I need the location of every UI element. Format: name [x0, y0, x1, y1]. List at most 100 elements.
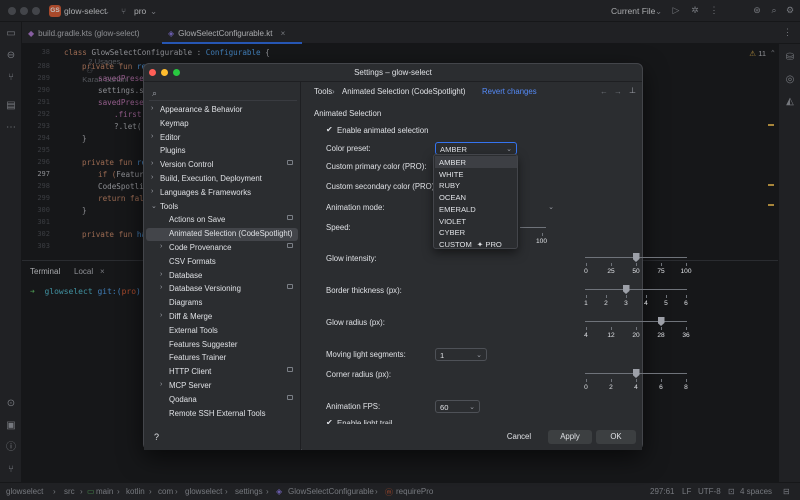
- chevron-right-icon[interactable]: ›: [151, 188, 153, 195]
- slider-tick: [636, 263, 637, 266]
- chevron-right-icon[interactable]: ›: [151, 174, 153, 181]
- slider-thumb[interactable]: [632, 369, 640, 378]
- slider-thumb[interactable]: [657, 317, 665, 326]
- chevron-right-icon[interactable]: ›: [151, 160, 153, 167]
- tree-item-diff-merge[interactable]: › Diff & Merge: [144, 311, 301, 324]
- animation-mode-combobox[interactable]: ⌄: [512, 201, 558, 214]
- tree-item-label: Animated Selection (CodeSpotlight): [169, 229, 293, 239]
- chevron-right-icon[interactable]: ›: [160, 312, 162, 319]
- help-icon[interactable]: ?: [154, 432, 159, 442]
- option-violet[interactable]: VIOLET: [435, 215, 517, 227]
- slider-tick-label: 2: [609, 384, 613, 391]
- tree-item-code-provenance[interactable]: › Code Provenance: [144, 242, 301, 255]
- apply-button[interactable]: Apply: [548, 430, 592, 444]
- option-label: CUSTOM: [439, 239, 472, 249]
- tree-item-appearance-behavior[interactable]: › Appearance & Behavior: [144, 104, 301, 117]
- slider-tick: [586, 379, 587, 382]
- option-emerald[interactable]: EMERALD: [435, 203, 517, 215]
- color-preset-dropdown: AMBER WHITE RUBY OCEAN EMERALD VIOLET CY…: [433, 154, 518, 249]
- revert-changes-link[interactable]: Revert changes: [482, 87, 537, 96]
- tree-item-database-versioning[interactable]: › Database Versioning: [144, 283, 301, 296]
- tree-item-label: Editor: [160, 132, 181, 142]
- glow-radius-label: Glow radius (px):: [326, 318, 385, 327]
- slider-tick-label: 4: [584, 332, 588, 339]
- chevron-right-icon[interactable]: ›: [160, 284, 162, 291]
- glow-radius-slider[interactable]: 4 12 20 28 36: [584, 315, 690, 343]
- breadcrumb-parent[interactable]: Tools: [314, 87, 332, 96]
- option-white[interactable]: WHITE: [435, 168, 517, 180]
- slider-tick-label: 12: [607, 332, 615, 339]
- option-ruby[interactable]: RUBY: [435, 179, 517, 191]
- cancel-button[interactable]: Cancel: [496, 430, 542, 444]
- tree-item-label: Database: [169, 270, 203, 280]
- tree-item-label: Actions on Save: [169, 215, 226, 225]
- dialog-close-control[interactable]: [149, 69, 156, 76]
- chevron-right-icon[interactable]: ›: [151, 105, 153, 112]
- tree-item-plugins[interactable]: Plugins: [144, 145, 301, 158]
- animation-fps-label: Animation FPS:: [326, 402, 381, 411]
- tree-item-actions-on-save[interactable]: Actions on Save: [144, 214, 301, 227]
- tree-item-languages-frameworks[interactable]: › Languages & Frameworks: [144, 187, 301, 200]
- slider-tick-label: 0: [584, 268, 588, 275]
- section-title: Animated Selection: [314, 109, 382, 118]
- pin-icon[interactable]: ⊥: [629, 86, 636, 95]
- border-thickness-slider[interactable]: 1 2 3 4 5 6: [584, 283, 688, 311]
- enable-animated-selection-checkbox[interactable]: Enable animated selection: [337, 126, 428, 135]
- tree-item-label: Languages & Frameworks: [160, 187, 252, 197]
- ok-button[interactable]: OK: [596, 430, 636, 444]
- settings-search-input[interactable]: [163, 86, 293, 99]
- tree-item-diagrams[interactable]: Diagrams: [144, 297, 301, 310]
- animation-fps-combobox[interactable]: 60 ⌄: [435, 400, 480, 413]
- tree-item-features-suggester[interactable]: Features Suggester: [144, 339, 301, 352]
- tree-item-label: Build, Execution, Deployment: [160, 174, 262, 183]
- tree-item-animated-selection-codespotlight[interactable]: Animated Selection (CodeSpotlight): [146, 228, 298, 242]
- settings-tree-panel: ⌕ › Appearance & Behavior Keymap › Editor Plu…: [144, 82, 301, 450]
- slider-thumb[interactable]: [622, 285, 630, 294]
- slider-tick-label: 1: [584, 300, 588, 307]
- slider-thumb[interactable]: [632, 253, 640, 262]
- option-ocean[interactable]: OCEAN: [435, 191, 517, 203]
- tree-item-features-trainer[interactable]: Features Trainer: [144, 352, 301, 365]
- option-amber[interactable]: AMBER: [435, 156, 517, 168]
- custom-primary-label: Custom primary color (PRO):: [326, 162, 427, 171]
- slider-tick: [626, 295, 627, 298]
- option-custom[interactable]: CUSTOM ✦ PRO: [435, 238, 517, 250]
- back-arrow-icon[interactable]: ←: [600, 87, 608, 96]
- corner-radius-slider[interactable]: 0 2 4 6 8: [584, 367, 688, 395]
- tree-item-http-client[interactable]: HTTP Client: [144, 366, 301, 379]
- slider-tick-label: 20: [632, 332, 640, 339]
- settings-search-field[interactable]: ⌕: [149, 85, 297, 101]
- tree-item-database[interactable]: › Database: [144, 270, 301, 283]
- combo-value: AMBER: [440, 145, 468, 154]
- tree-item-build-execution-deployment[interactable]: › Build, Execution, Deployment: [144, 173, 301, 186]
- chevron-right-icon[interactable]: ›: [160, 243, 162, 250]
- tree-item-mcp-server[interactable]: › MCP Server: [144, 380, 301, 393]
- tree-item-csv-formats[interactable]: CSV Formats: [144, 256, 301, 269]
- chevron-down-icon[interactable]: ⌄: [151, 202, 157, 210]
- slider-tick: [666, 295, 667, 298]
- tree-item-external-tools[interactable]: External Tools: [144, 325, 301, 338]
- slider-track: [585, 321, 687, 322]
- tree-item-qodana[interactable]: Qodana: [144, 394, 301, 407]
- tree-item-remote-ssh-external-tools[interactable]: Remote SSH External Tools: [144, 408, 301, 421]
- glow-intensity-label: Glow intensity:: [326, 254, 377, 263]
- chevron-right-icon[interactable]: ›: [160, 381, 162, 388]
- tree-item-version-control[interactable]: › Version Control: [144, 159, 301, 172]
- tree-item-keymap[interactable]: Keymap: [144, 118, 301, 131]
- project-level-icon: [287, 243, 293, 248]
- chevron-right-icon[interactable]: ›: [160, 271, 162, 278]
- moving-light-segments-combobox[interactable]: 1 ⌄: [435, 348, 487, 361]
- chevron-right-icon[interactable]: ›: [151, 133, 153, 140]
- checkmark-icon[interactable]: ✔: [326, 126, 334, 134]
- dialog-minimize-control[interactable]: [161, 69, 168, 76]
- speed-slider[interactable]: 100: [520, 221, 550, 246]
- tree-item-tools[interactable]: ⌄ Tools: [144, 201, 301, 214]
- dialog-zoom-control[interactable]: [173, 69, 180, 76]
- glow-intensity-slider[interactable]: 0 25 50 75 100: [584, 251, 692, 279]
- tree-item-editor[interactable]: › Editor: [144, 132, 301, 145]
- slider-tick-label: 5: [664, 300, 668, 307]
- tree-item-label: Diff & Merge: [169, 312, 213, 321]
- option-cyber[interactable]: CYBER: [435, 226, 517, 238]
- forward-arrow-icon[interactable]: →: [614, 87, 622, 96]
- slider-tick: [586, 263, 587, 266]
